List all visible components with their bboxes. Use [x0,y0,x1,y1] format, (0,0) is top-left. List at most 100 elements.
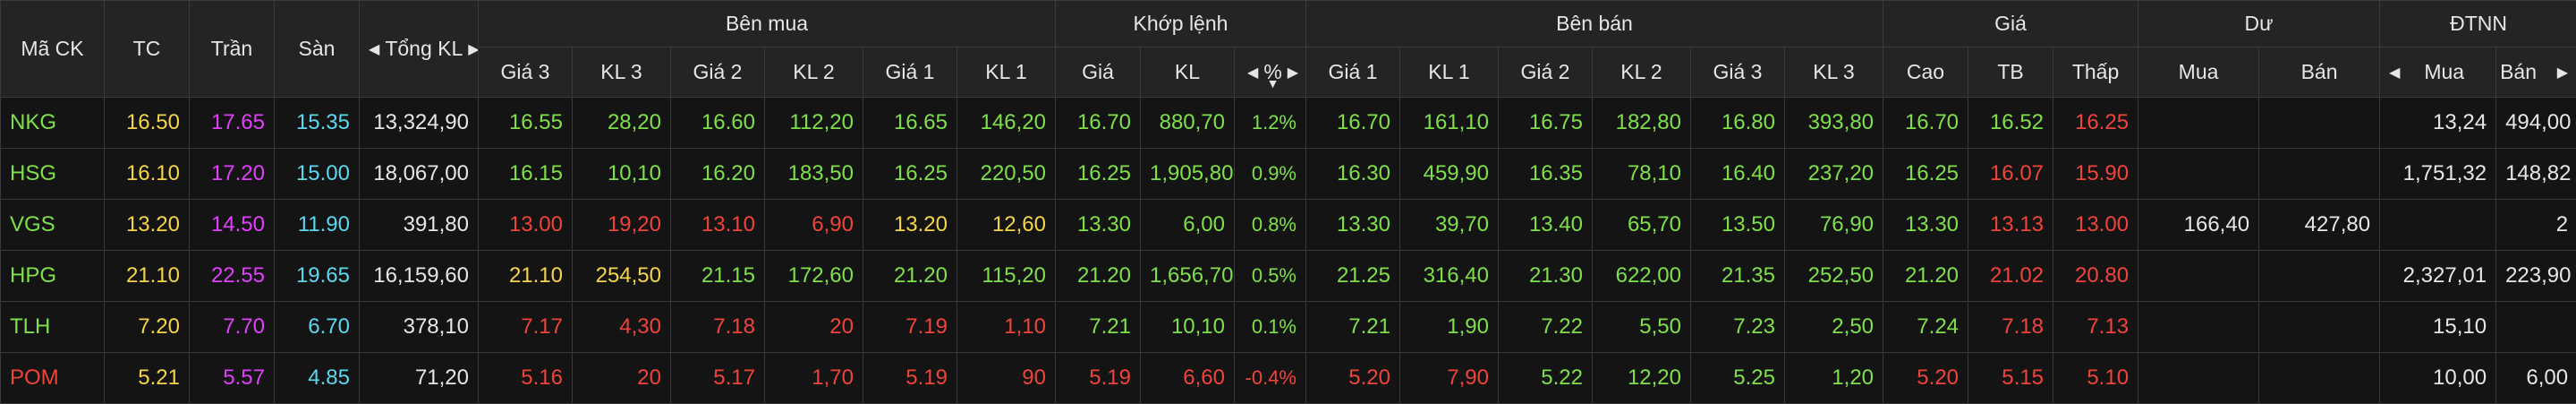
symbol-cell[interactable]: TLH [1,302,105,353]
avg-price-cell: 13.13 [1968,200,2053,251]
avg-price-cell: 16.52 [1968,98,2053,149]
avg-price-cell: 5.15 [1968,353,2053,404]
sell-price1-cell: 16.30 [1306,149,1400,200]
col-sell-price2-header[interactable]: Giá 2 [1499,47,1593,98]
col-sell-vol3-header[interactable]: KL 3 [1785,47,1883,98]
caret-right-icon[interactable]: ▶ [1282,64,1304,82]
col-total-volume-header[interactable]: ◀ Tổng KL ▶ [360,1,479,98]
remain-sell-cell: 427,80 [2259,200,2380,251]
table-row[interactable]: HSG16.1017.2015.0018,067,0016.1510,1016.… [1,149,2576,200]
symbol-cell[interactable]: NKG [1,98,105,149]
sell-price3-cell: 16.80 [1691,98,1785,149]
symbol-cell[interactable]: HPG [1,251,105,302]
caret-right-icon[interactable]: ▶ [463,40,478,58]
symbol-cell[interactable]: HSG [1,149,105,200]
table-row[interactable]: NKG16.5017.6515.3513,324,9016.5528,2016.… [1,98,2576,149]
buy-price2-cell: 5.17 [671,353,765,404]
ref-price-cell: 7.20 [105,302,190,353]
sell-vol3-cell: 1,20 [1785,353,1883,404]
high-price-cell: 7.24 [1883,302,1968,353]
col-remain-sell-header[interactable]: Bán [2259,47,2380,98]
sell-price1-cell: 16.70 [1306,98,1400,149]
price-board-body: NKG16.5017.6515.3513,324,9016.5528,2016.… [1,98,2576,404]
col-sell-price3-header[interactable]: Giá 3 [1691,47,1785,98]
group-foreign-label: ĐTNN [2450,12,2507,35]
low-price-cell: 15.90 [2053,149,2138,200]
remain-sell-cell [2259,353,2380,404]
table-row[interactable]: TLH7.207.706.70378,107.174,307.18207.191… [1,302,2576,353]
col-match-vol-header[interactable]: KL [1141,47,1235,98]
sort-down-icon[interactable]: ▼ [1267,76,1279,90]
change-pct-cell: 0.9% [1235,149,1306,200]
col-ceiling-header[interactable]: Trần [190,1,275,98]
ref-price-cell: 13.20 [105,200,190,251]
col-high-header[interactable]: Cao [1883,47,1968,98]
foreign-buy-cell: 13,24 [2380,98,2496,149]
table-row[interactable]: POM5.215.574.8571,205.16205.171,705.1990… [1,353,2576,404]
col-foreign-buy-header[interactable]: ◀ Mua [2380,47,2496,98]
buy-price3-cell: 5.16 [479,353,573,404]
symbol-cell[interactable]: VGS [1,200,105,251]
header-label: KL 1 [985,60,1026,83]
sell-vol1-cell: 1,90 [1400,302,1499,353]
col-sell-vol1-header[interactable]: KL 1 [1400,47,1499,98]
sell-vol3-cell: 252,50 [1785,251,1883,302]
col-buy-price3-header[interactable]: Giá 3 [479,47,573,98]
remain-buy-cell [2138,302,2259,353]
buy-vol1-cell: 115,20 [957,251,1056,302]
buy-price2-cell: 16.60 [671,98,765,149]
high-price-cell: 5.20 [1883,353,1968,404]
col-ref-header[interactable]: TC [105,1,190,98]
foreign-buy-cell [2380,200,2496,251]
col-floor-header[interactable]: Sàn [275,1,360,98]
col-sell-vol2-header[interactable]: KL 2 [1593,47,1691,98]
symbol-cell[interactable]: POM [1,353,105,404]
col-remain-buy-header[interactable]: Mua [2138,47,2259,98]
table-row[interactable]: VGS13.2014.5011.90391,8013.0019,2013.106… [1,200,2576,251]
buy-vol3-cell: 20 [573,353,671,404]
sell-price3-cell: 5.25 [1691,353,1785,404]
foreign-sell-cell: 148,82 [2496,149,2576,200]
buy-price3-cell: 21.10 [479,251,573,302]
low-price-cell: 5.10 [2053,353,2138,404]
col-sell-price1-header[interactable]: Giá 1 [1306,47,1400,98]
match-price-cell: 16.70 [1056,98,1141,149]
floor-price-cell: 15.35 [275,98,360,149]
remain-buy-cell [2138,251,2259,302]
buy-price1-cell: 21.20 [863,251,957,302]
col-buy-price2-header[interactable]: Giá 2 [671,47,765,98]
ref-price-cell: 16.10 [105,149,190,200]
match-price-cell: 21.20 [1056,251,1141,302]
col-change-pct-header[interactable]: ◀ %▼ ▶ [1235,47,1306,98]
caret-left-icon[interactable]: ◀ [2384,64,2405,82]
header-label: Giá 1 [1329,60,1378,83]
foreign-sell-cell: 223,90 [2496,251,2576,302]
col-symbol-header[interactable]: Mã CK [1,1,105,98]
foreign-sell-cell: 2 [2496,200,2576,251]
match-price-cell: 13.30 [1056,200,1141,251]
col-buy-vol2-header[interactable]: KL 2 [765,47,863,98]
caret-right-icon[interactable]: ▶ [2552,64,2573,82]
buy-vol2-cell: 172,60 [765,251,863,302]
remain-buy-cell [2138,149,2259,200]
price-board-table: Mã CK TC Trần Sàn ◀ Tổng KL ▶ Bên mua Kh… [0,0,2576,404]
header-label: Giá [1082,60,1114,83]
col-match-price-header[interactable]: Giá [1056,47,1141,98]
sell-vol1-cell: 7,90 [1400,353,1499,404]
sell-price2-cell: 21.30 [1499,251,1593,302]
buy-price1-cell: 5.19 [863,353,957,404]
sell-price1-cell: 21.25 [1306,251,1400,302]
col-foreign-sell-header[interactable]: Bán ▶ [2496,47,2576,98]
caret-left-icon[interactable]: ◀ [1242,64,1263,82]
col-buy-vol3-header[interactable]: KL 3 [573,47,671,98]
col-low-header[interactable]: Thấp [2053,47,2138,98]
avg-price-cell: 7.18 [1968,302,2053,353]
total-volume-cell: 13,324,90 [360,98,479,149]
buy-vol2-cell: 112,20 [765,98,863,149]
caret-left-icon[interactable]: ◀ [363,40,385,58]
col-buy-vol1-header[interactable]: KL 1 [957,47,1056,98]
col-buy-price1-header[interactable]: Giá 1 [863,47,957,98]
table-row[interactable]: HPG21.1022.5519.6516,159,6021.10254,5021… [1,251,2576,302]
ceiling-price-cell: 5.57 [190,353,275,404]
col-avg-header[interactable]: TB [1968,47,2053,98]
